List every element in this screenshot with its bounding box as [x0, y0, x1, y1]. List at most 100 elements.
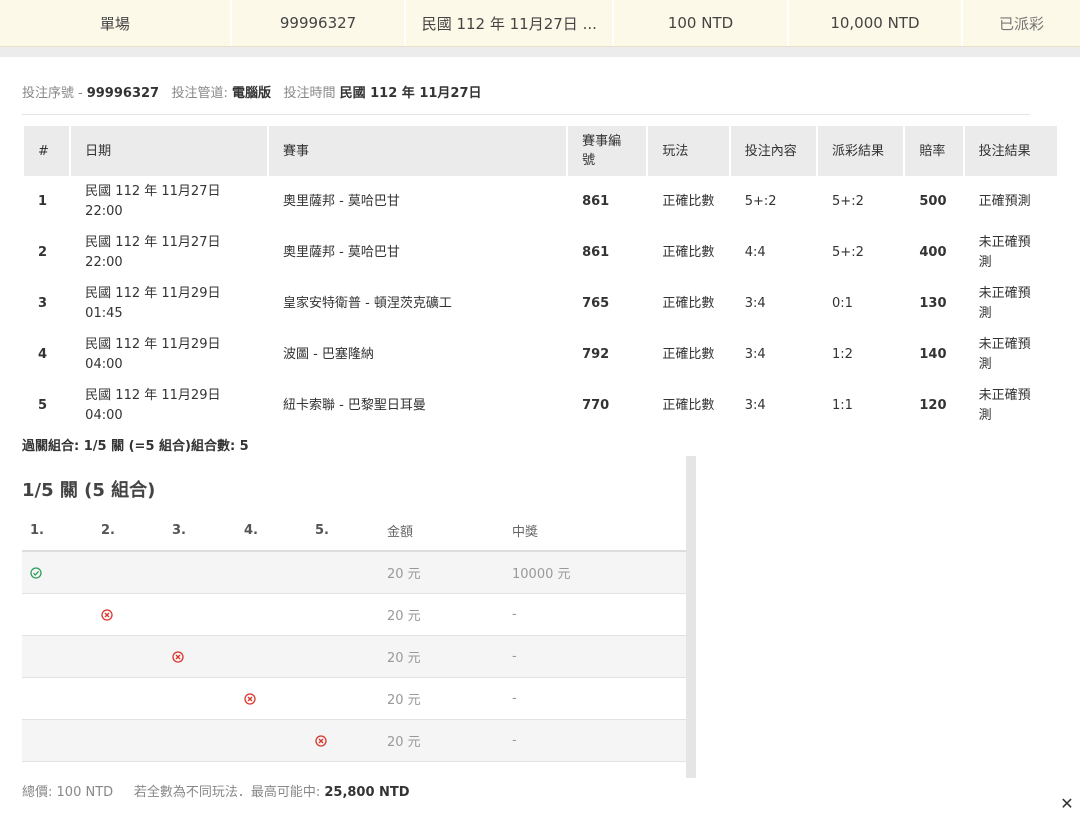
ticket-footer: 總價: 100 NTD 若全數為不同玩法．最高可能中: 25,800 NTD	[22, 781, 410, 800]
total-label: 總價:	[22, 785, 53, 800]
combo-title: 1/5 關 (5 組合)	[22, 480, 156, 501]
leg-index: 2	[38, 244, 48, 260]
combo-col-amount: 金額	[387, 524, 414, 540]
leg-pick: 5+:2	[744, 193, 777, 209]
leg-date: 民國 112 年 11月29日	[85, 336, 221, 352]
leg-datetime: 民國 112 年 11月27日 22:00	[71, 176, 267, 227]
leg-odds: 140	[919, 346, 947, 362]
combo-prize: -	[512, 607, 517, 622]
leg-play: 正確比數	[662, 346, 715, 362]
leg-code: 792	[582, 346, 610, 362]
leg-row: 3 民國 112 年 11月29日 01:45 皇家安特衛普 - 頓涅茨克礦工 765 正…	[24, 278, 1057, 329]
leg-match: 奧里薩邦 - 莫哈巴甘	[282, 193, 400, 209]
cross-circle-icon	[172, 636, 184, 677]
ticket-summary-bar[interactable]: 單場 99996327 民國 112 年 11月27日 ... 100 NTD …	[0, 0, 1080, 47]
combo-col-5: 5.	[315, 522, 329, 538]
combo-prize: 10000 元	[512, 567, 571, 582]
leg-match: 奧里薩邦 - 莫哈巴甘	[282, 244, 400, 260]
leg-row: 5 民國 112 年 11月29日 04:00 紐卡索聯 - 巴黎聖日耳曼 770 正確比…	[24, 380, 1057, 431]
leg-code: 770	[582, 397, 610, 413]
channel-label: 投注管道:	[171, 86, 228, 101]
leg-play: 正確比數	[662, 193, 715, 209]
total-value: 100 NTD	[56, 785, 114, 800]
max-win-label: 若全數為不同玩法．最高可能中:	[133, 785, 321, 800]
combo-row: 20 元 10000 元	[22, 552, 686, 594]
leg-result: 1:2	[832, 346, 853, 362]
leg-index: 3	[38, 295, 48, 311]
summary-payout: 10,000 NTD	[789, 0, 964, 46]
leg-outcome: 未正確預測	[978, 387, 1031, 423]
leg-date: 民國 112 年 11月29日	[85, 285, 221, 301]
summary-date: 民國 112 年 11月27日 ...	[406, 0, 615, 46]
scrollbar[interactable]	[686, 456, 696, 778]
leg-result: 1:1	[832, 397, 853, 413]
combo-prize: -	[512, 691, 517, 706]
leg-result: 5+:2	[832, 244, 864, 260]
leg-date: 民國 112 年 11月27日	[85, 234, 221, 250]
leg-code: 765	[582, 295, 610, 311]
max-win-value: 25,800 NTD	[324, 785, 410, 800]
time-label: 投注時間	[283, 86, 336, 101]
leg-outcome: 未正確預測	[978, 285, 1031, 321]
summary-status: 已派彩	[999, 14, 1045, 33]
combo-row: 20 元 -	[22, 636, 686, 678]
summary-ticket-number: 99996327	[232, 0, 407, 46]
col-date: 日期	[71, 126, 267, 176]
leg-datetime: 民國 112 年 11月27日 22:00	[71, 227, 267, 278]
leg-date: 民國 112 年 11月27日	[85, 183, 221, 199]
combo-amount: 20 元	[387, 567, 421, 582]
combo-col-1: 1.	[30, 522, 44, 538]
col-result: 派彩結果	[818, 126, 904, 176]
leg-match: 皇家安特衛普 - 頓涅茨克礦工	[282, 295, 452, 311]
leg-odds: 120	[919, 397, 947, 413]
leg-time: 22:00	[85, 254, 123, 270]
col-match: 賽事	[268, 126, 567, 176]
leg-time: 01:45	[85, 305, 123, 321]
leg-play: 正確比數	[662, 397, 715, 413]
leg-code: 861	[582, 193, 610, 209]
leg-pick: 3:4	[744, 295, 766, 311]
leg-pick: 3:4	[744, 397, 766, 413]
leg-datetime: 民國 112 年 11月29日 04:00	[71, 329, 267, 380]
col-code: 賽事編號	[568, 126, 647, 176]
cross-circle-icon	[315, 720, 327, 761]
combo-row: 20 元 -	[22, 678, 686, 720]
summary-bet-type: 單場	[0, 0, 232, 46]
leg-outcome: 正確預測	[978, 193, 1031, 209]
combo-prize: -	[512, 649, 517, 664]
combo-amount: 20 元	[387, 735, 421, 750]
combo-col-3: 3.	[172, 522, 186, 538]
leg-pick: 4:4	[744, 244, 766, 260]
leg-index: 1	[38, 193, 48, 209]
leg-match: 波圖 - 巴塞隆納	[282, 346, 374, 362]
leg-play: 正確比數	[662, 295, 715, 311]
leg-datetime: 民國 112 年 11月29日 01:45	[71, 278, 267, 329]
time-value: 民國 112 年 11月27日	[339, 86, 482, 101]
leg-odds: 500	[919, 193, 947, 209]
channel-value: 電腦版	[232, 86, 272, 101]
combo-amount: 20 元	[387, 651, 421, 666]
combo-col-prize: 中獎	[512, 524, 539, 540]
combo-row: 20 元 -	[22, 720, 686, 762]
leg-time: 04:00	[85, 407, 123, 423]
section-divider	[0, 47, 1080, 57]
col-play: 玩法	[648, 126, 729, 176]
serial-value: 99996327	[86, 86, 160, 101]
col-pick: 投注內容	[730, 126, 817, 176]
close-icon[interactable]: ✕	[1058, 794, 1076, 813]
combo-table: 1. 2. 3. 4. 5. 金額 中獎 20 元 10000 元 20 元 -20 …	[22, 510, 686, 762]
legs-header-row: # 日期 賽事 賽事編號 玩法 投注內容 派彩結果 賠率 投注結果	[24, 126, 1057, 176]
col-odds: 賠率	[905, 126, 963, 176]
combo-amount: 20 元	[387, 693, 421, 708]
combo-col-4: 4.	[244, 522, 258, 538]
leg-odds: 130	[919, 295, 947, 311]
ticket-meta: 投注序號 -99996327 投注管道: 電腦版 投注時間 民國 112 年 11…	[22, 86, 482, 101]
leg-index: 5	[38, 397, 48, 413]
leg-result: 5+:2	[832, 193, 864, 209]
leg-odds: 400	[919, 244, 947, 260]
leg-outcome: 未正確預測	[978, 234, 1031, 270]
leg-time: 22:00	[85, 203, 123, 219]
leg-play: 正確比數	[662, 244, 715, 260]
cross-circle-icon	[244, 678, 256, 719]
combo-note: 過關組合: 1/5 關 (=5 組合)組合數: 5	[22, 439, 249, 454]
